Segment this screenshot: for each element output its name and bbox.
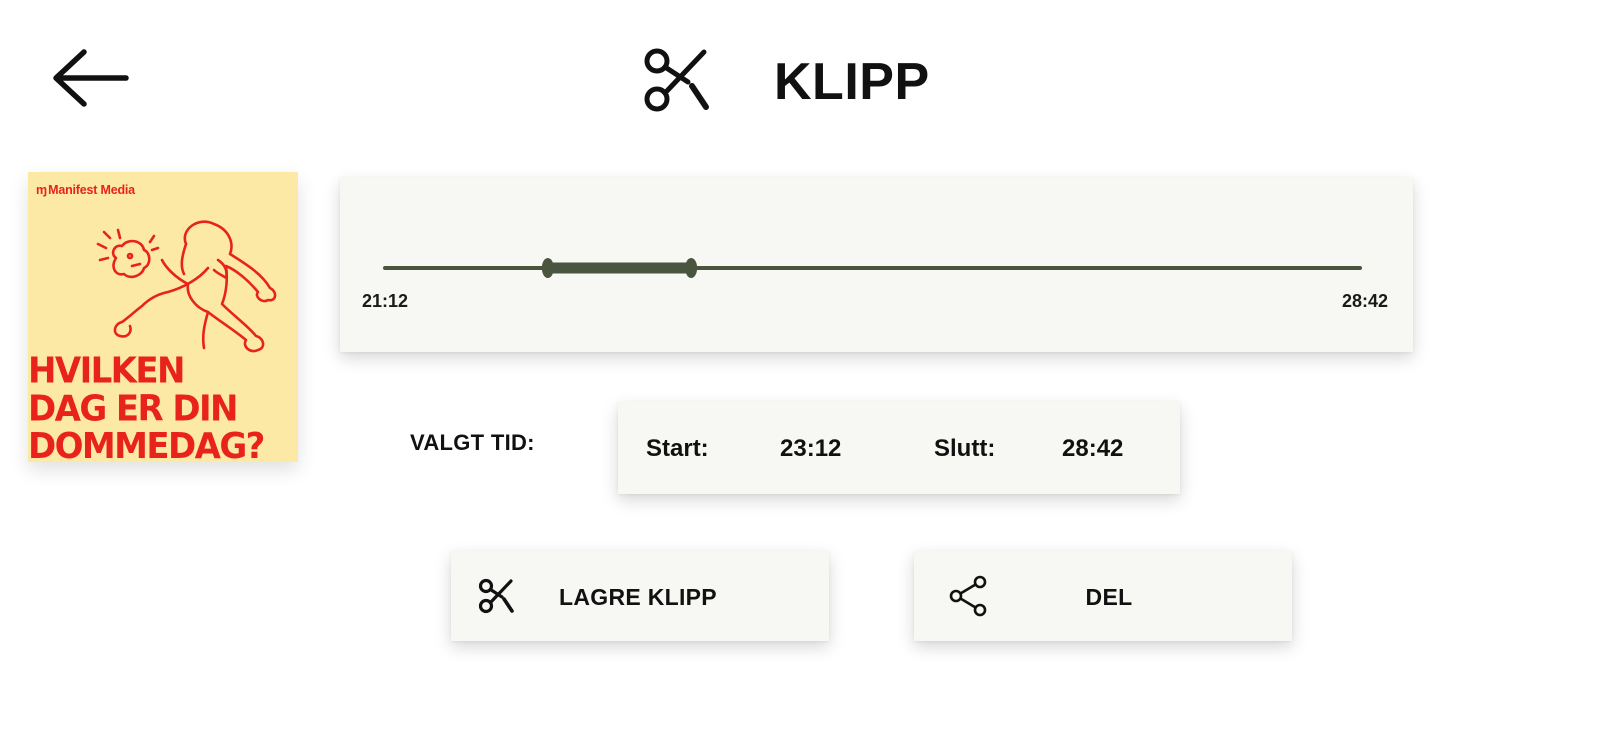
range-end-handle[interactable] [685, 258, 698, 278]
arrow-left-icon [53, 49, 129, 107]
publisher-logo: ɱ Manifest Media [36, 183, 135, 197]
podcast-cover: ɱ Manifest Media HVILKEN DAG ER DIN DOMME… [28, 172, 298, 462]
timeline-panel: 21:12 28:42 [340, 178, 1413, 352]
cover-title-line: HVILKEN [28, 349, 186, 392]
scissors-icon [478, 578, 514, 614]
selected-time-panel: Start: 23:12 Slutt: 28:42 [618, 402, 1180, 494]
timeline-end-time: 28:42 [1341, 291, 1388, 311]
back-button[interactable] [48, 44, 132, 112]
save-clip-button[interactable]: LAGRE KLIPP [451, 551, 829, 641]
timeline-start-time: 21:12 [362, 291, 409, 311]
share-label: DEL [1085, 584, 1133, 610]
save-clip-label: LAGRE KLIPP [559, 584, 717, 610]
publisher-name: Manifest Media [48, 183, 135, 197]
clip-range-slider[interactable] [340, 178, 1413, 352]
start-label: Start: [646, 435, 709, 462]
start-time-value: 23:12 [780, 435, 842, 462]
cover-title-line: DAG ER DIN [28, 387, 238, 430]
share-button[interactable]: DEL [914, 551, 1292, 641]
end-label: Slutt: [934, 435, 996, 462]
cover-title-line: DOMMEDAG? [28, 425, 265, 462]
range-start-handle[interactable] [541, 258, 554, 278]
end-time-value: 28:42 [1062, 435, 1124, 462]
running-figure-illustration [96, 220, 277, 353]
page-title: KLIPP [774, 53, 930, 111]
cover-title: HVILKEN DAG ER DIN DOMMEDAG? [28, 352, 298, 462]
selected-time-label: VALGT TID: [410, 430, 535, 455]
scissors-icon [640, 44, 716, 116]
